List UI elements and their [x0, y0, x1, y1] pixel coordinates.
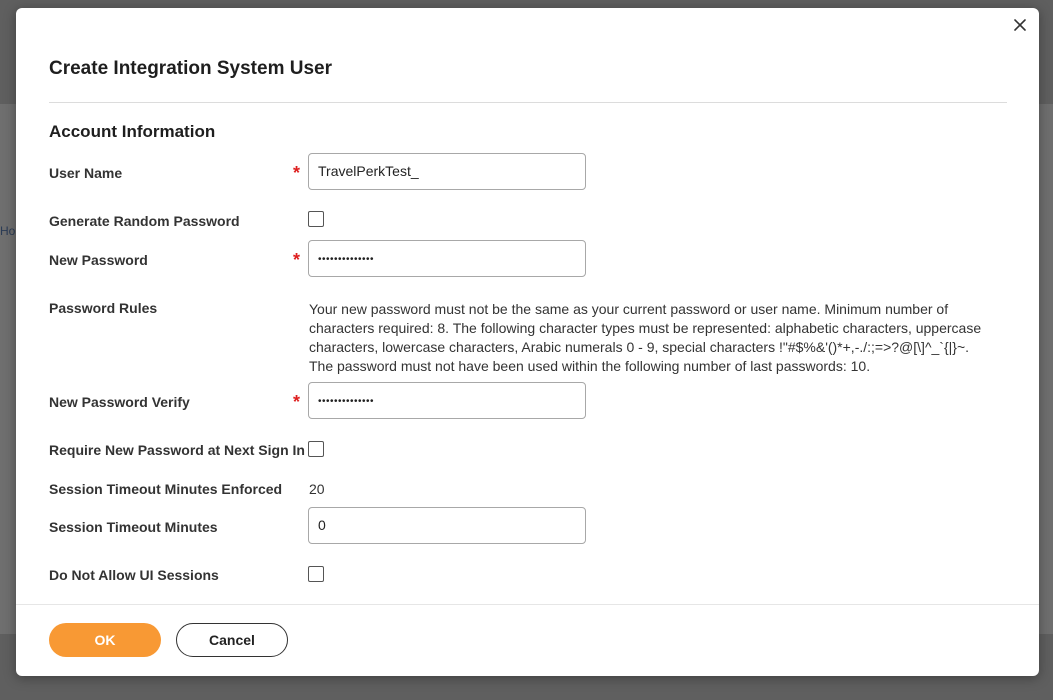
- do-not-allow-ui-sessions-label: Do Not Allow UI Sessions: [49, 567, 219, 583]
- footer-divider: [16, 604, 1039, 605]
- session-timeout-minutes-label: Session Timeout Minutes: [49, 519, 218, 535]
- session-timeout-enforced-value: 20: [309, 481, 325, 497]
- require-new-password-checkbox[interactable]: [308, 441, 324, 457]
- create-integration-system-user-dialog: Create Integration System User Account I…: [16, 8, 1039, 676]
- generate-random-password-label: Generate Random Password: [49, 213, 240, 229]
- background-breadcrumb: Ho: [0, 224, 16, 238]
- cancel-button[interactable]: Cancel: [176, 623, 288, 657]
- new-password-label: New Password: [49, 252, 148, 268]
- password-rules-text: Your new password must not be the same a…: [309, 301, 985, 374]
- require-new-password-label: Require New Password at Next Sign In: [49, 442, 305, 458]
- generate-random-password-checkbox[interactable]: [308, 211, 324, 227]
- password-rules-label: Password Rules: [49, 300, 158, 316]
- do-not-allow-ui-sessions-checkbox[interactable]: [308, 566, 324, 582]
- section-title: Account Information: [49, 122, 216, 141]
- title-divider: [49, 102, 1007, 103]
- close-button[interactable]: [1009, 14, 1031, 36]
- user-name-required-mark: *: [293, 163, 301, 183]
- session-timeout-minutes-input[interactable]: [308, 507, 586, 544]
- dialog-title: Create Integration System User: [49, 58, 332, 79]
- session-timeout-enforced-label: Session Timeout Minutes Enforced: [49, 481, 283, 497]
- close-icon: [1014, 19, 1026, 31]
- user-name-input[interactable]: [308, 153, 586, 190]
- new-password-verify-label: New Password Verify: [49, 394, 190, 410]
- ok-button[interactable]: OK: [49, 623, 161, 657]
- user-name-label: User Name: [49, 165, 123, 181]
- new-password-input[interactable]: ••••••••••••••: [308, 240, 586, 277]
- new-password-verify-input[interactable]: ••••••••••••••: [308, 382, 586, 419]
- new-password-verify-required-mark: *: [293, 392, 301, 412]
- new-password-required-mark: *: [293, 250, 301, 270]
